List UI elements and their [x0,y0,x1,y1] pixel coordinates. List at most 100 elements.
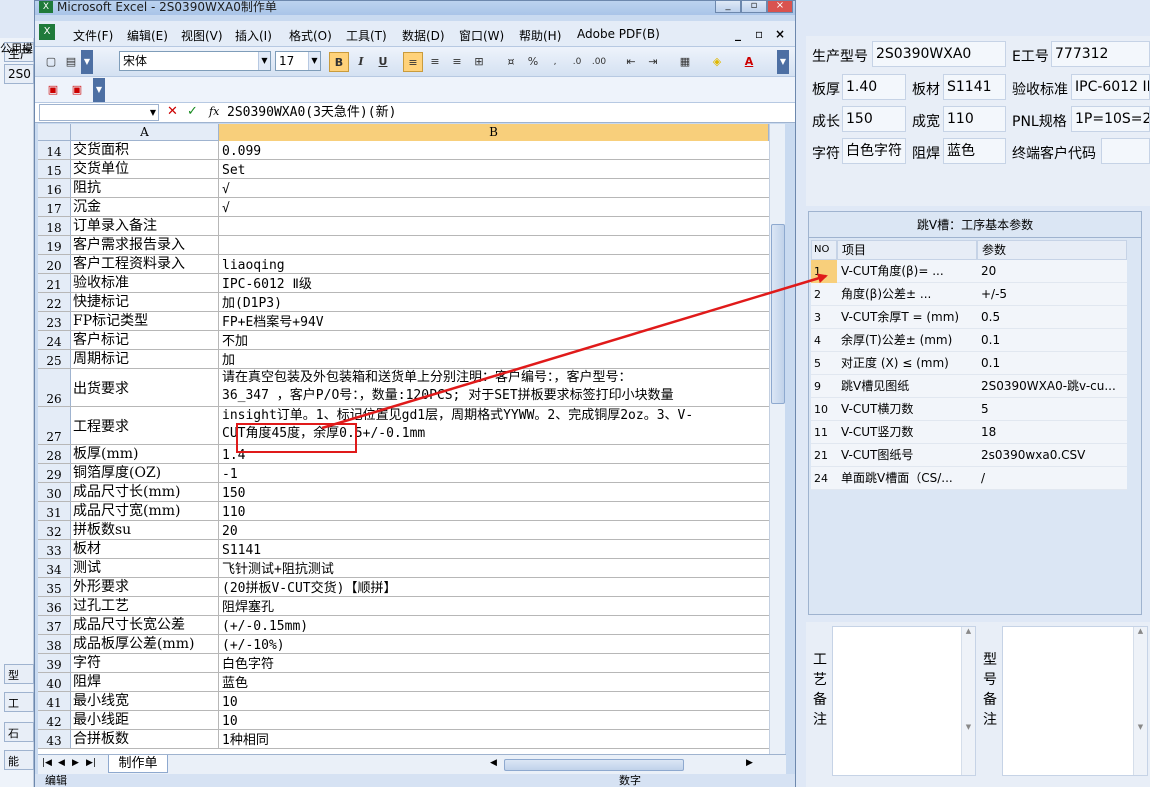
row-header[interactable]: 41 [38,692,71,710]
menu-tools[interactable]: 工具(T) [346,27,387,44]
process-remark-scrollbar[interactable]: ▲ ▼ [961,627,975,775]
decrease-indent-icon[interactable]: ⇤ [621,52,641,72]
row-header[interactable]: 38 [38,635,71,653]
row-header[interactable]: 34 [38,559,71,577]
increase-decimal-icon[interactable]: .0 [567,52,587,72]
param-row[interactable]: 4 余厚(T)公差± (mm) 0.1 [811,329,1127,352]
row-header[interactable]: 42 [38,711,71,729]
cell-a[interactable]: 验收标准 [71,274,219,292]
cell-a[interactable]: 外形要求 [71,578,219,596]
confirm-edit-button[interactable]: ✓ [187,104,198,119]
cell-a[interactable]: 阻焊 [71,673,219,691]
cell-b[interactable]: 白色字符 [219,654,769,672]
save-icon[interactable]: ▤ [61,52,81,72]
row-header[interactable]: 27 [38,407,71,444]
currency-icon[interactable]: ¤ [501,52,521,72]
row-header[interactable]: 26 [38,369,71,406]
bg-side-tab-3[interactable]: 能 [4,750,34,770]
param-row[interactable]: 11 V-CUT竖刀数 18 [811,421,1127,444]
increase-indent-icon[interactable]: ⇥ [643,52,663,72]
bold-button[interactable]: B [329,52,349,72]
cell-a[interactable]: 交货单位 [71,160,219,178]
cell-b[interactable]: 不加 [219,331,769,349]
cell-b[interactable]: 加(D1P3) [219,293,769,311]
cancel-edit-button[interactable]: ✕ [167,104,178,119]
row-header[interactable]: 37 [38,616,71,634]
param-row[interactable]: 3 V-CUT余厚T = (mm) 0.5 [811,306,1127,329]
cell-b[interactable]: 阻焊塞孔 [219,597,769,615]
cell-a[interactable]: FP标记类型 [71,312,219,330]
cell-a[interactable]: 铜箔厚度(OZ) [71,464,219,482]
cell-b[interactable]: (+/-0.15mm) [219,616,769,634]
mask-field[interactable]: 蓝色 [943,138,1006,164]
merge-center-icon[interactable]: ⊞ [469,52,489,72]
cell-b[interactable] [219,217,769,235]
cell-a[interactable]: 成品尺寸长(mm) [71,483,219,501]
cell-a[interactable]: 快捷标记 [71,293,219,311]
fill-color-icon[interactable]: ◈ [707,52,727,72]
bg-side-tab-2[interactable]: 石 [4,722,34,742]
row-header[interactable]: 18 [38,217,71,235]
row-header[interactable]: 17 [38,198,71,216]
row-header[interactable]: 16 [38,179,71,197]
row-header[interactable]: 35 [38,578,71,596]
menu-data[interactable]: 数据(D) [402,27,445,44]
row-header[interactable]: 33 [38,540,71,558]
italic-button[interactable]: I [351,52,371,72]
cell-a[interactable]: 工程要求 [71,407,219,444]
cell-a[interactable]: 客户标记 [71,331,219,349]
eng-no-field[interactable]: 777312 [1051,41,1150,67]
row-header[interactable]: 15 [38,160,71,178]
menu-insert[interactable]: 插入(I) [235,27,272,44]
doc-minimize-button[interactable]: _ [735,27,741,41]
accept-field[interactable]: IPC-6012 II [1071,74,1150,100]
close-button[interactable]: × [767,1,793,13]
menu-view[interactable]: 视图(V) [181,27,223,44]
end-customer-field[interactable] [1101,138,1150,164]
cell-b[interactable]: 20 [219,521,769,539]
bg-tab-1[interactable]: 2S0 [4,64,34,84]
doc-close-button[interactable]: × [775,27,785,41]
cell-b[interactable]: 0.099 [219,141,769,159]
restore-button[interactable]: ▫ [741,1,767,13]
toolbar-overflow-icon[interactable]: ▼ [777,50,789,74]
param-row[interactable]: 5 对正度 (X) ≤ (mm) 0.1 [811,352,1127,375]
select-all-corner[interactable] [38,124,71,141]
pnl-field[interactable]: 1P=10S=20 [1071,106,1150,132]
param-header-no[interactable]: NO [811,240,837,260]
row-header[interactable]: 21 [38,274,71,292]
borders-icon[interactable]: ▦ [675,52,695,72]
cell-b[interactable]: 请在真空包装及外包装箱和送货单上分别注明：客户编号：，客户型号： 36_347 ，… [219,369,769,406]
cell-b[interactable]: √ [219,179,769,197]
cell-b[interactable]: 1种相同 [219,730,769,748]
name-box[interactable]: ▼ [39,104,159,121]
toolbar-options-icon[interactable]: ▼ [81,50,93,74]
pdf-convert-icon[interactable]: ▣ [43,80,63,100]
font-size-select[interactable]: 17 ▼ [275,51,321,71]
pdf-toolbar-options-icon[interactable]: ▼ [93,78,105,102]
minimize-button[interactable]: _ [715,1,741,13]
row-header[interactable]: 14 [38,141,71,159]
width-field[interactable]: 110 [943,106,1006,132]
param-row[interactable]: 24 单面跳V槽面（CS/... / [811,467,1127,490]
param-row[interactable]: 10 V-CUT横刀数 5 [811,398,1127,421]
row-header[interactable]: 19 [38,236,71,254]
cell-b[interactable]: 加 [219,350,769,368]
menu-edit[interactable]: 编辑(E) [127,27,168,44]
param-row[interactable]: 9 跳V槽见图纸 2S0390WXA0-跳v-cu... [811,375,1127,398]
cell-b[interactable] [219,236,769,254]
menu-help[interactable]: 帮助(H) [519,27,561,44]
doc-restore-button[interactable]: ▫ [755,27,763,41]
new-document-icon[interactable]: ▢ [41,52,61,72]
cell-a[interactable]: 订单录入备注 [71,217,219,235]
model-remark-scrollbar[interactable]: ▲ ▼ [1133,627,1147,775]
prev-sheet-icon[interactable]: ◀ [58,758,65,768]
cell-a[interactable]: 客户需求报告录入 [71,236,219,254]
font-name-select[interactable]: 宋体 ▼ [119,51,271,71]
cell-a[interactable]: 板厚(mm) [71,445,219,463]
cell-a[interactable]: 板材 [71,540,219,558]
row-header[interactable]: 40 [38,673,71,691]
param-row[interactable]: 21 V-CUT图纸号 2s0390wxa0.CSV [811,444,1127,467]
cell-b[interactable]: Set [219,160,769,178]
cell-b[interactable]: IPC-6012 Ⅱ级 [219,274,769,292]
